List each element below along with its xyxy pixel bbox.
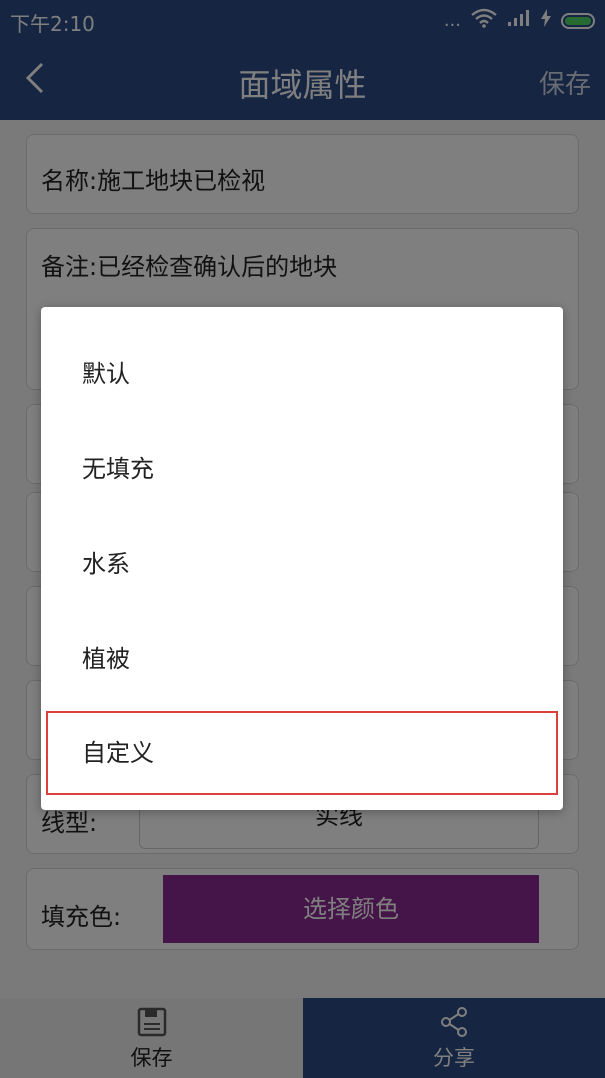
option-label: 无填充 bbox=[82, 455, 154, 483]
option-water[interactable]: 水系 bbox=[41, 511, 563, 606]
option-label: 水系 bbox=[82, 550, 130, 578]
option-vegetation[interactable]: 植被 bbox=[41, 606, 563, 701]
option-label: 植被 bbox=[82, 645, 130, 673]
option-default[interactable]: 默认 bbox=[41, 321, 563, 416]
option-label: 默认 bbox=[82, 360, 130, 388]
fill-style-dialog: 默认 无填充 水系 植被 自定义 bbox=[41, 307, 563, 810]
selection-highlight-box bbox=[46, 711, 558, 795]
option-no-fill[interactable]: 无填充 bbox=[41, 416, 563, 511]
